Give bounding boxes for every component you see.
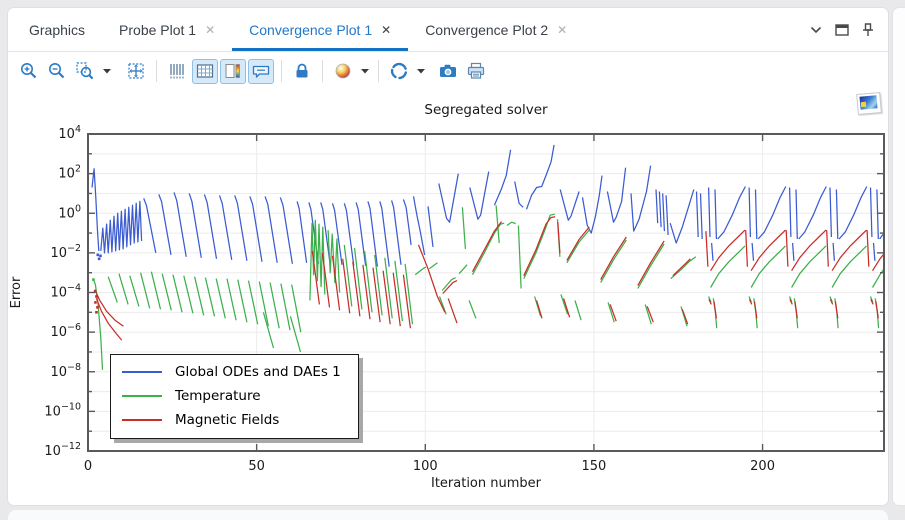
grid-icon (195, 61, 215, 81)
tab-label: Convergence Plot 2 (425, 22, 548, 38)
legend-line-sample (122, 371, 162, 373)
transparency-icon (389, 61, 409, 81)
svg-text:10−2: 10−2 (50, 243, 81, 261)
float-window-icon[interactable] (835, 24, 849, 36)
transparency-dropdown[interactable] (414, 59, 427, 84)
svg-text:10−6: 10−6 (50, 322, 81, 340)
close-icon[interactable]: ✕ (557, 24, 567, 36)
svg-text:Error: Error (9, 276, 24, 308)
svg-text:10−10: 10−10 (44, 401, 81, 419)
adjacent-panel-edge (893, 8, 905, 505)
pin-icon[interactable] (862, 23, 874, 37)
zoom-out-icon (47, 61, 67, 81)
svg-text:Iteration number: Iteration number (431, 476, 542, 491)
toolbar-separator (156, 60, 157, 82)
svg-text:102: 102 (58, 164, 81, 182)
svg-text:50: 50 (248, 459, 265, 474)
camera-icon (438, 61, 458, 81)
legend-item: Magnetic Fields (122, 412, 341, 428)
plot-group-icon[interactable] (857, 93, 881, 114)
scene-light-dropdown[interactable] (358, 59, 371, 84)
legend-line-sample (122, 419, 162, 421)
graphics-window-panel: Graphics Probe Plot 1 ✕ Convergence Plot… (8, 8, 888, 505)
scene-light-icon (333, 61, 353, 81)
svg-text:10−4: 10−4 (50, 283, 81, 301)
svg-text:150: 150 (582, 459, 607, 474)
zoom-out-button[interactable] (44, 59, 70, 84)
zoom-extents-button[interactable] (123, 59, 149, 84)
tab-label: Probe Plot 1 (119, 22, 196, 38)
transparency-button[interactable] (386, 59, 412, 84)
close-icon[interactable]: ✕ (205, 24, 215, 36)
legend-item: Temperature (122, 388, 341, 404)
chart-legend: Global ODEs and DAEs 1 Temperature Magne… (110, 354, 359, 439)
show-color-legend-button[interactable] (220, 59, 246, 84)
show-grid-button[interactable] (192, 59, 218, 84)
tab-probe-plot-1[interactable]: Probe Plot 1 ✕ (102, 8, 232, 51)
graphics-toolbar (8, 52, 888, 90)
chevron-down-icon (361, 68, 369, 74)
convergence-plot-canvas[interactable]: 104 102 100 10−2 10−4 10−6 10−8 10−10 10−120 50 10… (8, 90, 888, 505)
legend-label: Global ODEs and DAEs 1 (175, 364, 341, 380)
lower-panel-edge (8, 510, 888, 520)
svg-text:0: 0 (84, 459, 92, 474)
tooltip-icon (251, 61, 271, 81)
zoom-box-dropdown[interactable] (100, 59, 113, 84)
printer-icon (466, 61, 486, 81)
chevron-down-icon[interactable] (810, 26, 822, 34)
zoom-box-icon (75, 61, 95, 81)
zoom-box-button[interactable] (72, 59, 98, 84)
lock-axes-button[interactable] (289, 59, 315, 84)
svg-text:100: 100 (413, 459, 438, 474)
color-legend-icon (223, 61, 243, 81)
graphics-canvas-area: 104 102 100 10−2 10−4 10−6 10−8 10−10 10−120 50 10… (8, 90, 888, 505)
svg-text:10−12: 10−12 (44, 441, 81, 459)
axes-icon (167, 61, 187, 81)
tab-label: Convergence Plot 1 (249, 22, 372, 38)
tab-label: Graphics (29, 22, 85, 38)
show-plot-tooltip-button[interactable] (248, 59, 274, 84)
show-axes-button[interactable] (164, 59, 190, 84)
tab-graphics[interactable]: Graphics (12, 8, 102, 51)
legend-label: Magnetic Fields (175, 412, 279, 428)
svg-text:104: 104 (58, 124, 81, 142)
image-snapshot-button[interactable] (435, 59, 461, 84)
window-controls (810, 8, 888, 51)
svg-text:100: 100 (58, 203, 81, 221)
print-button[interactable] (463, 59, 489, 84)
scene-light-button[interactable] (330, 59, 356, 84)
toolbar-separator (378, 60, 379, 82)
legend-label: Temperature (175, 388, 261, 404)
zoom-in-button[interactable] (16, 59, 42, 84)
svg-text:Segregated solver: Segregated solver (424, 102, 548, 118)
toolbar-separator (281, 60, 282, 82)
toolbar-separator (322, 60, 323, 82)
chevron-down-icon (103, 68, 111, 74)
tab-convergence-plot-2[interactable]: Convergence Plot 2 ✕ (408, 8, 584, 51)
tab-convergence-plot-1[interactable]: Convergence Plot 1 ✕ (232, 8, 408, 51)
close-icon[interactable]: ✕ (381, 24, 391, 36)
zoom-extents-icon (126, 61, 146, 81)
zoom-in-icon (19, 61, 39, 81)
legend-line-sample (122, 395, 162, 397)
chevron-down-icon (417, 68, 425, 74)
lock-icon (292, 61, 312, 81)
legend-item: Global ODEs and DAEs 1 (122, 364, 341, 380)
tab-bar: Graphics Probe Plot 1 ✕ Convergence Plot… (8, 8, 888, 52)
svg-text:10−8: 10−8 (50, 362, 81, 380)
svg-text:200: 200 (750, 459, 775, 474)
